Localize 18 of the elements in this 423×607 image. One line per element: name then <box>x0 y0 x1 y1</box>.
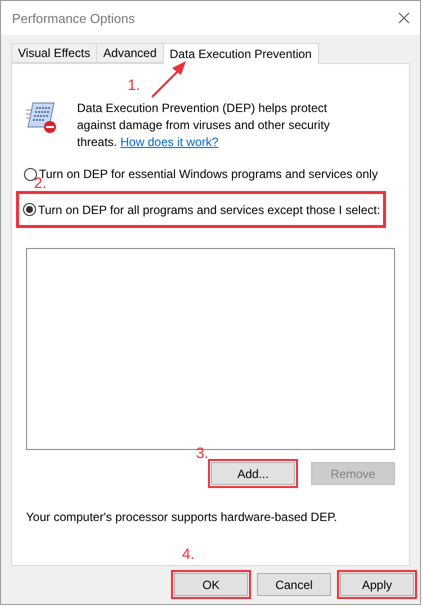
dialog-button[interactable]: OK <box>174 573 248 596</box>
close-icon[interactable] <box>398 12 410 24</box>
help-link[interactable]: How does it work? <box>120 135 218 149</box>
step-number: 1. <box>128 77 140 94</box>
step-number: 3. <box>196 445 209 462</box>
tab[interactable]: Advanced <box>96 43 164 63</box>
dialog-button[interactable]: Cancel <box>257 573 331 596</box>
window-title: Performance Options <box>12 10 135 26</box>
description-text: Data Execution Prevention (DEP) helps protect against damage from viruses and other security threats. How does it work? <box>77 100 331 151</box>
list-button[interactable]: Add... <box>211 462 295 485</box>
radio-option[interactable]: Turn on DEP for all programs and services except those I select: <box>16 191 386 228</box>
step-number: 4. <box>182 546 195 563</box>
radio-button[interactable] <box>23 203 36 216</box>
dialog-button[interactable]: Apply <box>340 573 414 596</box>
info-text: Your computer's processor supports hardware-based DEP. <box>26 510 338 524</box>
tab[interactable]: Data Execution Prevention <box>162 43 319 64</box>
tab[interactable]: Visual Effects <box>11 43 98 63</box>
binary-document-icon <box>25 100 59 134</box>
